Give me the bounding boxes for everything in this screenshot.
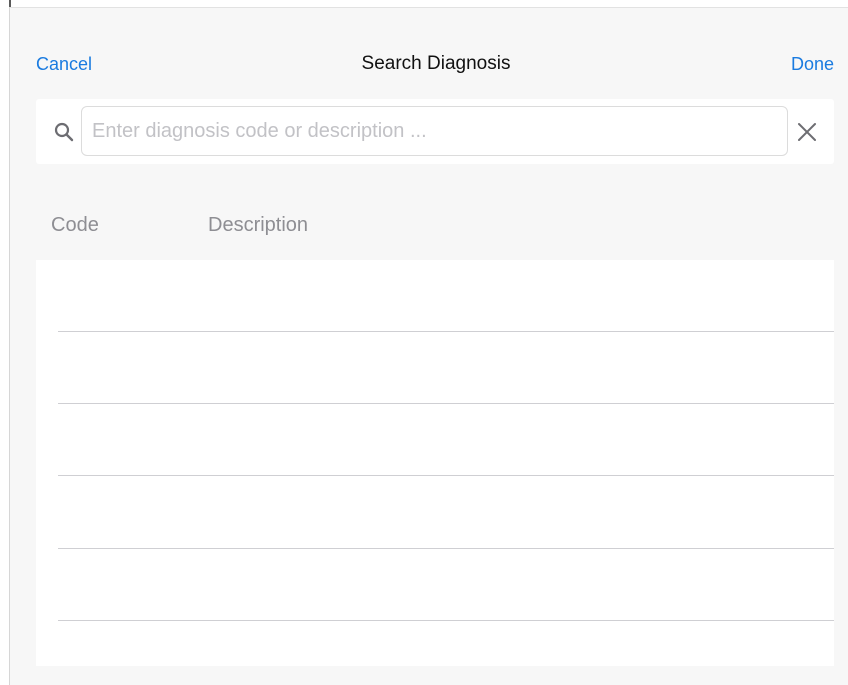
table-row[interactable] <box>36 260 834 332</box>
table-row[interactable] <box>36 332 834 404</box>
search-bar <box>36 99 834 164</box>
table-row[interactable] <box>36 477 834 549</box>
table-row[interactable] <box>36 404 834 476</box>
results-table <box>36 260 834 666</box>
table-row[interactable] <box>36 549 834 621</box>
done-button[interactable]: Done <box>791 54 834 75</box>
close-icon[interactable] <box>796 121 818 143</box>
navigation-bar: Cancel Search Diagnosis Done <box>10 8 848 92</box>
row-separator <box>58 620 834 621</box>
column-header-code: Code <box>51 214 99 236</box>
search-input[interactable] <box>81 106 788 156</box>
search-diagnosis-sheet: Cancel Search Diagnosis Done Code Descri… <box>9 7 848 685</box>
page-title: Search Diagnosis <box>361 53 511 74</box>
row-separator <box>58 475 834 476</box>
column-header-description: Description <box>208 214 309 236</box>
search-icon <box>54 122 74 142</box>
